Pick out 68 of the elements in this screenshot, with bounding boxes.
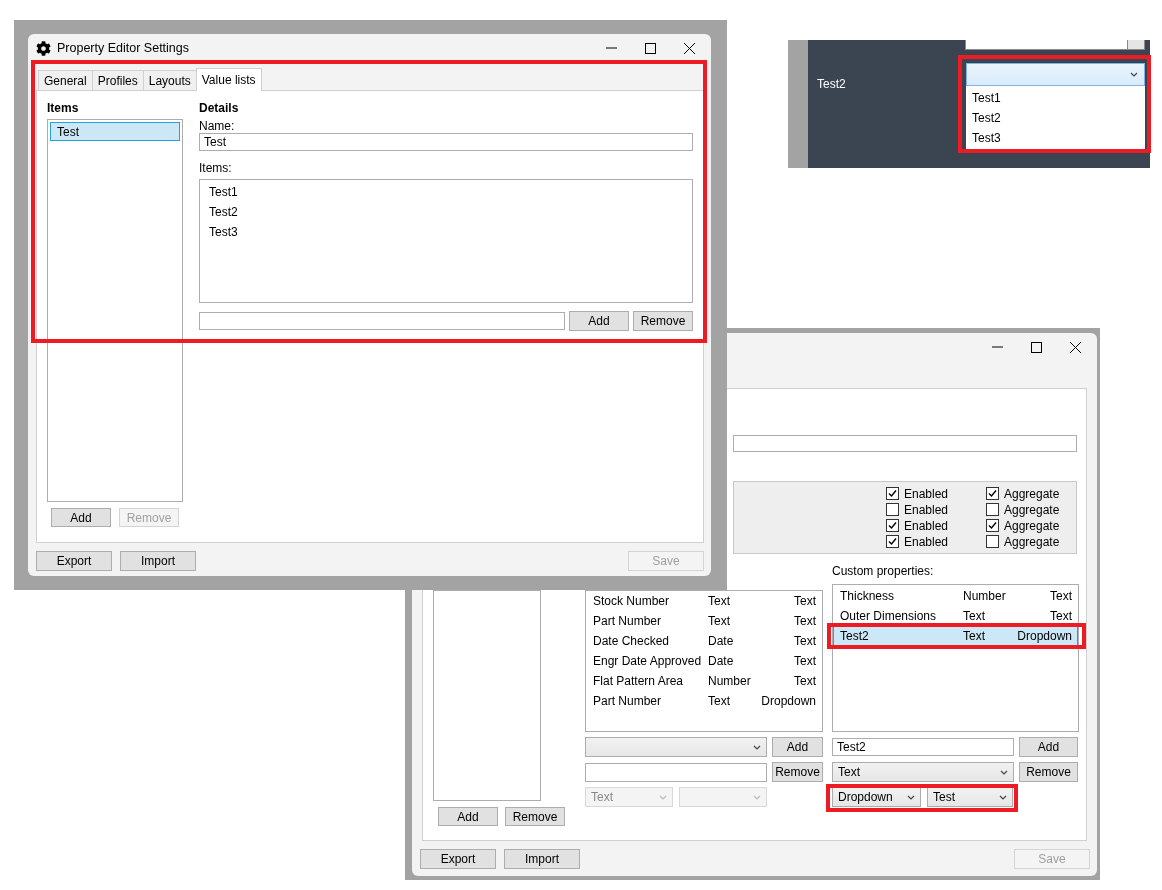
list-button[interactable]: Add [438,807,498,826]
list-cell-text: Date [708,634,735,648]
list-cell-text: Text [708,614,731,628]
list-item[interactable]: Test [50,122,180,141]
property-list[interactable]: Stock Number Text Text Part Number Text Text Date Checked Date Text Engr Date Approved Date Text Flat Pattern Area Number Text Part Number Text Dropdown [585,590,823,732]
section-heading: Items [47,101,80,115]
tab[interactable]: General [38,70,93,90]
list-cell-text: Part Number [593,694,663,708]
checkbox-label: Aggregate [1004,534,1060,549]
list-row[interactable]: Thickness Number Text [833,586,1078,606]
list-button[interactable]: Add [569,311,629,331]
section-label: Custom properties: [832,564,935,578]
checkbox-label: Aggregate [1004,518,1060,533]
type-combo[interactable]: Text [832,762,1014,782]
menu-item[interactable]: Test2 [966,108,1145,128]
list-row[interactable]: Outer Dimensions Text Text [833,606,1078,626]
list-cell-text: Date Checked [593,634,671,648]
list-cell: Text [794,634,816,648]
checkbox-label: Aggregate [1004,502,1060,517]
list-cell-text: Text [708,594,731,608]
value-list[interactable]: Test [47,119,183,502]
list-item[interactable]: Test2 [204,202,688,222]
items-list[interactable]: Test1 Test2 Test3 [199,179,693,303]
remove-button[interactable]: Remove [1019,762,1078,782]
list-cell-text: Flat Pattern Area [593,674,685,688]
checkbox-label: Enabled [904,518,949,533]
remove-button[interactable]: Remove [772,762,823,782]
tab[interactable]: Value lists [195,68,262,91]
list-button[interactable]: Remove [505,807,565,826]
property-label: Test2 [817,76,847,93]
footer-button[interactable]: Import [120,551,196,571]
add-button[interactable]: Add [772,737,823,757]
text-field[interactable]: Test2 [832,738,1014,756]
footer-button[interactable]: Export [36,551,112,571]
list-cell: Text [794,614,816,628]
list-row[interactable]: Test2 Text Dropdown [833,626,1078,646]
menu-item[interactable]: Test3 [966,128,1145,148]
list-cell-text: Engr Date Approved [593,654,703,668]
list-cell: Text [794,674,816,688]
checkbox-label: Enabled [904,502,949,517]
add-button[interactable]: Add [1019,737,1078,757]
list-item[interactable]: Test3 [204,222,688,242]
list-cell: Text [794,654,816,668]
list-button[interactable]: Remove [633,311,693,331]
field-label: Items: [199,161,233,175]
checkbox-label: Enabled [904,486,949,501]
footer-button[interactable]: Import [504,849,580,869]
list-cell-text: Number [708,674,752,688]
checkbox-label: Aggregate [1004,486,1060,501]
list-cell-text: Part Number [593,614,663,628]
list-cell: Dropdown [761,694,816,708]
property-list[interactable]: Thickness Number Text Outer Dimensions Text Text Test2 Text Dropdown [832,584,1079,732]
list-combo[interactable]: Test [927,787,1013,807]
window-title: Property Editor Settings [57,41,189,55]
field-label: Name: [199,119,236,133]
menu-item[interactable]: Test1 [966,88,1145,108]
list-button[interactable]: Add [51,508,111,527]
tab[interactable]: Layouts [142,70,197,90]
list-item[interactable]: Test1 [204,182,688,202]
footer-button[interactable]: Export [420,849,496,869]
list-cell: Text [794,594,816,608]
control-combo[interactable]: Dropdown [832,787,921,807]
name-field[interactable]: Test [199,133,693,151]
section-heading: Details [199,101,240,115]
list-cell-text: Date [708,654,735,668]
list-cell-text: Text [708,694,731,708]
checkbox-label: Enabled [904,534,949,549]
list-cell-text: Stock Number [593,594,671,608]
